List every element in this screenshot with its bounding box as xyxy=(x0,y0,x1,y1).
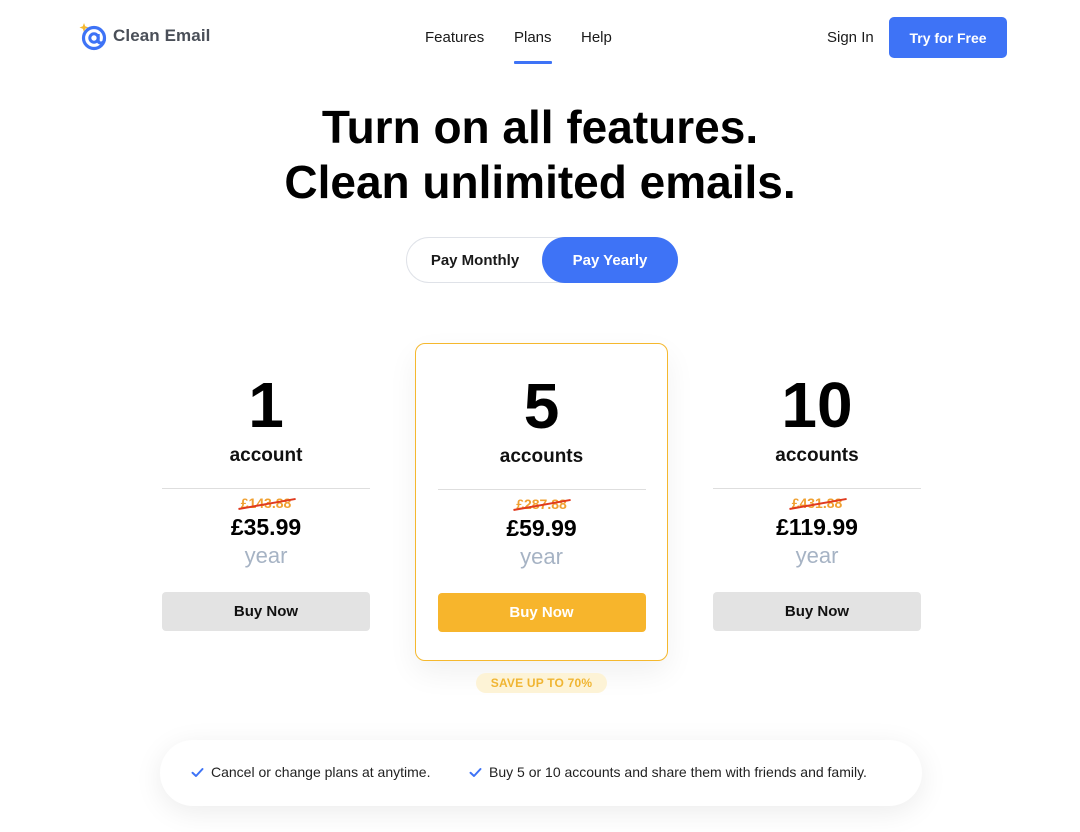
page-title: Turn on all features. Clean unlimited em… xyxy=(0,100,1080,210)
plan-period: year xyxy=(520,544,563,569)
buy-now-button[interactable]: Buy Now xyxy=(437,593,646,632)
pay-yearly-option[interactable]: Pay Yearly xyxy=(542,237,678,283)
plan-divider xyxy=(162,488,370,489)
plan-old-price: £287.88 xyxy=(516,496,567,512)
pay-monthly-option[interactable]: Pay Monthly xyxy=(407,237,543,283)
check-icon xyxy=(469,767,482,777)
plan-divider xyxy=(713,488,921,489)
sign-in-link[interactable]: Sign In xyxy=(827,29,874,46)
buy-now-button[interactable]: Buy Now xyxy=(162,592,370,631)
plan-price: £59.99 xyxy=(506,515,577,541)
plan-account-unit: accounts xyxy=(499,446,584,467)
plan-price: £119.99 xyxy=(776,514,858,540)
plan-account-unit: accounts xyxy=(775,445,859,466)
nav-features[interactable]: Features xyxy=(425,29,514,64)
plan-divider xyxy=(437,489,646,490)
nav-plans[interactable]: Plans xyxy=(514,29,581,64)
plan-card-1-account: 1 account £143.88 £35.99 year Buy Now xyxy=(162,360,370,631)
buy-now-button[interactable]: Buy Now xyxy=(713,592,921,631)
title-line-2: Clean unlimited emails. xyxy=(284,156,796,208)
plan-period: year xyxy=(244,543,288,568)
plan-account-unit: account xyxy=(229,445,303,466)
title-line-1: Turn on all features. xyxy=(321,101,759,153)
plan-card-5-accounts: 5 accounts £287.88 £59.99 year Buy Now xyxy=(415,343,668,661)
plan-old-price: £431.88 xyxy=(791,495,843,511)
benefit-item: Cancel or change plans at anytime. xyxy=(191,764,430,780)
benefit-text: Buy 5 or 10 accounts and share them with… xyxy=(489,764,867,780)
logo[interactable]: Clean Email xyxy=(78,21,210,51)
main-nav: Features Plans Help xyxy=(425,29,621,64)
site-header: Clean Email Features Plans Help Sign In … xyxy=(0,0,1080,76)
plan-account-count: 5 xyxy=(523,370,560,442)
benefit-text: Cancel or change plans at anytime. xyxy=(211,764,431,780)
at-sign-logo-icon xyxy=(79,23,107,51)
benefits-bar: Cancel or change plans at anytime. Buy 5… xyxy=(160,740,922,806)
plan-card-10-accounts: 10 accounts £431.88 £119.99 year Buy Now xyxy=(713,360,921,631)
plan-price: £35.99 xyxy=(230,514,302,540)
plan-period: year xyxy=(795,543,839,568)
plan-account-count: 1 xyxy=(248,369,284,441)
benefit-item: Buy 5 or 10 accounts and share them with… xyxy=(469,764,867,780)
save-badge: SAVE UP TO 70% xyxy=(476,673,607,693)
billing-toggle: Pay Monthly Pay Yearly xyxy=(406,237,678,283)
nav-help[interactable]: Help xyxy=(581,29,621,64)
try-for-free-button[interactable]: Try for Free xyxy=(889,17,1007,58)
plan-account-count: 10 xyxy=(781,369,853,441)
logo-text: Clean Email xyxy=(113,26,211,45)
plan-old-price: £143.88 xyxy=(240,495,292,511)
check-icon xyxy=(191,767,204,777)
